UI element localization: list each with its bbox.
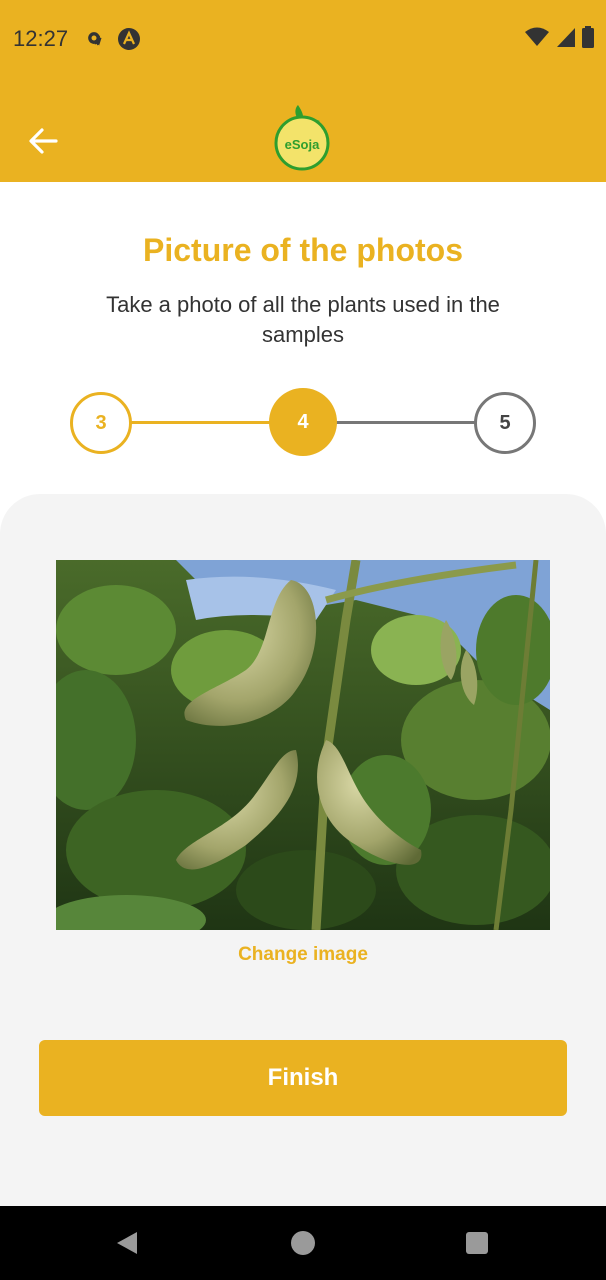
esoja-logo: eSoja: [272, 103, 332, 173]
stepper: 3 4 5: [0, 388, 606, 458]
nav-home-icon[interactable]: [291, 1231, 315, 1255]
status-icons: [524, 26, 594, 48]
signal-icon: [557, 28, 575, 47]
status-bar: 12:27: [0, 0, 606, 78]
step-label: 5: [499, 411, 511, 434]
leaf-logo-icon: eSoja: [274, 105, 330, 171]
page-subtitle: Take a photo of all the plants used in t…: [106, 292, 500, 347]
nav-back-icon[interactable]: [114, 1230, 140, 1256]
nav-recents-icon[interactable]: [466, 1232, 488, 1254]
step-label: 3: [95, 411, 107, 434]
status-time: 12:27: [13, 26, 69, 51]
finish-button[interactable]: Finish: [39, 1040, 567, 1116]
back-arrow-icon[interactable]: [26, 126, 60, 156]
plant-photo: [56, 560, 550, 930]
a-icon: [118, 28, 140, 50]
stepper-connector-done: [130, 421, 272, 424]
battery-icon: [582, 26, 594, 48]
soybean-image: [56, 560, 550, 930]
step-5: 5: [474, 392, 536, 454]
gear-icon: [88, 32, 102, 47]
page-title: Picture of the photos: [143, 232, 463, 268]
step-3: 3: [70, 392, 132, 454]
stepper-connector-pending: [336, 421, 476, 424]
wifi-icon: [525, 27, 549, 46]
step-label: 4: [297, 410, 309, 433]
logo-text: eSoja: [285, 137, 320, 152]
step-4-active: 4: [269, 388, 337, 456]
change-image-link[interactable]: Change image: [0, 944, 606, 966]
